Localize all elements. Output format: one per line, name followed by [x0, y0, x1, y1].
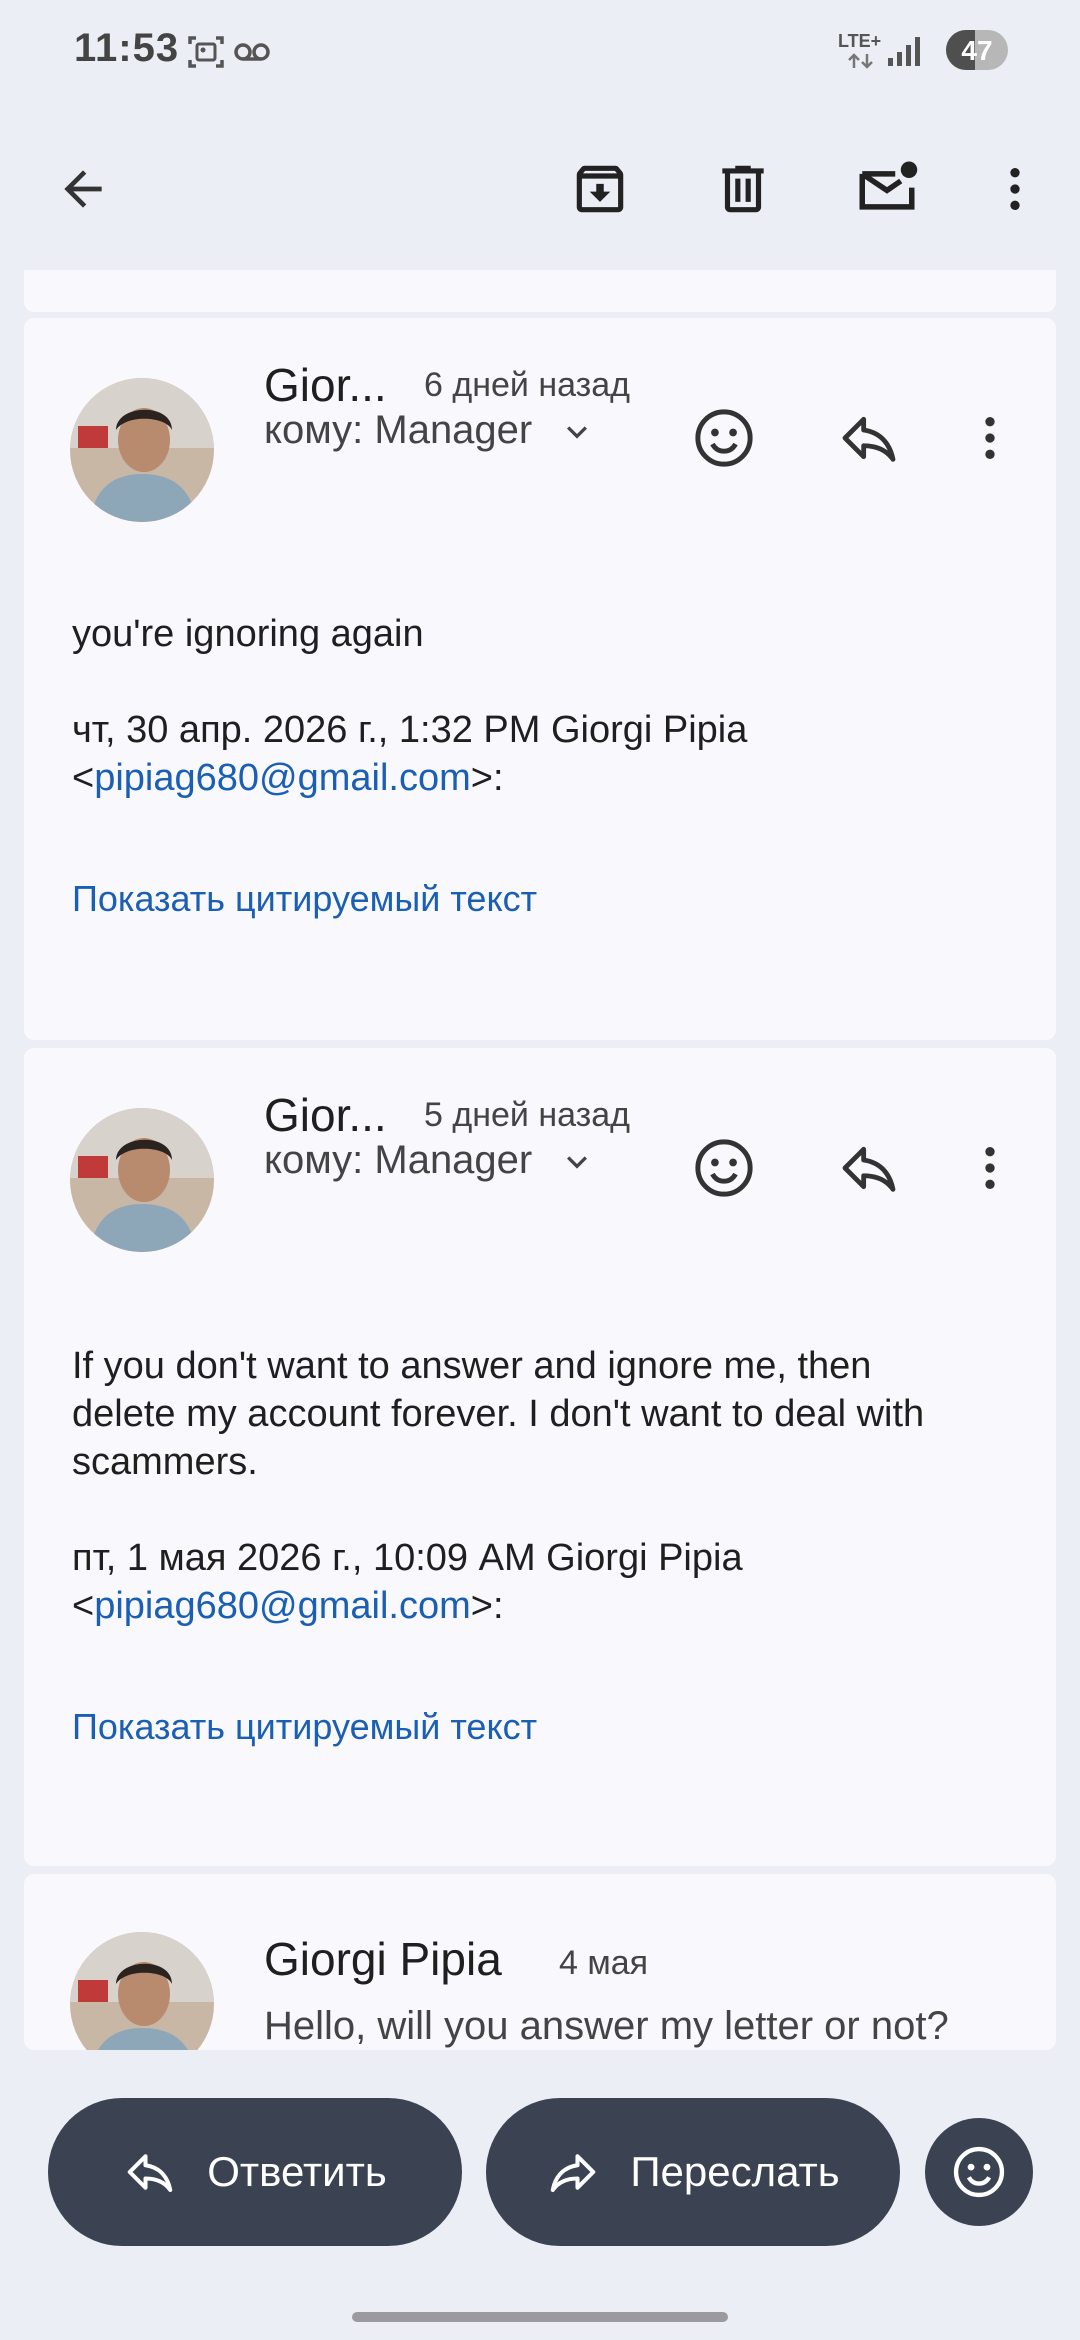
- status-time: 11:53: [74, 26, 180, 70]
- emoji-icon: [695, 409, 753, 467]
- forward-action-button[interactable]: Переслать: [486, 2098, 900, 2246]
- reply-icon: [127, 2154, 173, 2193]
- reply-icon: [842, 1146, 896, 1192]
- message-card[interactable]: Gior... 5 дней назад кому: Manager If yo…: [24, 1048, 1056, 1866]
- reply-label: Ответить: [207, 2148, 387, 2195]
- archive-icon: [576, 165, 624, 213]
- delete-icon: [722, 165, 764, 213]
- message-more-button[interactable]: [950, 398, 1030, 478]
- show-quoted-text-link[interactable]: Показать цитируемый текст: [72, 878, 537, 920]
- add-reaction-button[interactable]: [684, 398, 764, 478]
- avatar-photo: [70, 378, 214, 522]
- sender-email-link[interactable]: pipiag680@gmail.com: [94, 1585, 471, 1627]
- collapsed-message-card[interactable]: Giorgi Pipia 4 мая Hello, will you answe…: [24, 1874, 1056, 2050]
- emoji-reaction-button[interactable]: [925, 2118, 1033, 2226]
- back-arrow-icon: [64, 170, 102, 208]
- email-bracket-close: >:: [470, 757, 504, 799]
- avatar-photo: [70, 1932, 214, 2050]
- avatar[interactable]: [70, 1108, 214, 1252]
- reply-icon: [842, 416, 896, 462]
- previous-message-card: [24, 270, 1056, 312]
- quote-header-date: чт, 30 апр. 2026 г., 1:32 PM Giorgi Pipi…: [72, 709, 748, 751]
- chevron-down-icon: [567, 1156, 588, 1170]
- quote-header: чт, 30 апр. 2026 г., 1:32 PM Giorgi Pipi…: [72, 706, 1008, 802]
- delete-button[interactable]: [698, 144, 788, 234]
- quote-header: пт, 1 мая 2026 г., 10:09 AM Giorgi Pipia…: [72, 1534, 1008, 1630]
- bottom-action-bar: Ответить Переслать: [0, 2050, 1080, 2340]
- message-time: 5 дней назад: [424, 1096, 630, 1134]
- email-bracket-open: <: [72, 757, 95, 799]
- avatar[interactable]: [70, 1932, 214, 2050]
- more-vert-icon: [1010, 168, 1020, 210]
- reply-action-button[interactable]: Ответить: [48, 2098, 462, 2246]
- sender-email-link[interactable]: pipiag680@gmail.com: [94, 757, 471, 799]
- sender-name: Giorgi Pipia: [264, 1933, 502, 1985]
- recipient-label: кому: Manager: [264, 1138, 533, 1182]
- mark-unread-button[interactable]: [842, 144, 932, 234]
- email-bracket-open: <: [72, 1585, 95, 1627]
- emoji-icon: [953, 2146, 1005, 2198]
- mark-unread-icon: [859, 161, 918, 210]
- message-body: you're ignoring again: [72, 613, 424, 655]
- screenshot-icon: [188, 36, 224, 68]
- top-app-bar: [0, 106, 1080, 276]
- battery-indicator: 47: [946, 30, 1008, 70]
- message-body-line: scammers.: [72, 1441, 258, 1483]
- lte-label: LTE+: [838, 31, 882, 51]
- emoji-icon: [695, 1139, 753, 1197]
- message-snippet: Hello, will you answer my letter or not?: [264, 2004, 949, 2048]
- message-card[interactable]: Gior... 6 дней назад кому: Manager you'r…: [24, 318, 1056, 1040]
- signal-icon: [888, 37, 920, 66]
- quote-header-date: пт, 1 мая 2026 г., 10:09 AM Giorgi Pipia: [72, 1537, 743, 1579]
- more-options-button[interactable]: [970, 144, 1060, 234]
- recipient-dropdown[interactable]: кому: Manager: [264, 408, 597, 453]
- sender-name: Gior...: [264, 1089, 387, 1141]
- back-button[interactable]: [38, 144, 128, 234]
- data-arrows-icon: [848, 53, 873, 69]
- message-time: 6 дней назад: [424, 366, 630, 404]
- avatar[interactable]: [70, 378, 214, 522]
- recipient-label: кому: Manager: [264, 408, 533, 452]
- battery-level: 47: [961, 35, 993, 66]
- forward-icon: [551, 2154, 596, 2193]
- message-body: If you don't want to answer and ignore m…: [72, 1342, 1008, 1486]
- recipient-dropdown[interactable]: кому: Manager: [264, 1138, 597, 1183]
- avatar-photo: [70, 1108, 214, 1252]
- add-reaction-button[interactable]: [684, 1128, 764, 1208]
- message-time: 4 мая: [559, 1944, 649, 1982]
- more-vert-icon: [985, 1147, 995, 1189]
- more-vert-icon: [985, 417, 995, 459]
- voicemail-icon: [234, 43, 270, 61]
- message-body-line: If you don't want to answer and ignore m…: [72, 1345, 872, 1387]
- sender-name: Gior...: [264, 359, 387, 411]
- email-bracket-close: >:: [470, 1585, 504, 1627]
- status-bar: 11:53 LTE+ 47: [0, 0, 1080, 106]
- show-quoted-text-link[interactable]: Показать цитируемый текст: [72, 1706, 537, 1748]
- forward-label: Переслать: [630, 2148, 840, 2195]
- gesture-navigation-bar[interactable]: [352, 2312, 728, 2322]
- reply-button[interactable]: [829, 398, 909, 478]
- message-more-button[interactable]: [950, 1128, 1030, 1208]
- reply-button[interactable]: [829, 1128, 909, 1208]
- archive-button[interactable]: [555, 144, 645, 234]
- chevron-down-icon: [567, 426, 588, 440]
- message-body-line: delete my account forever. I don't want …: [72, 1393, 925, 1435]
